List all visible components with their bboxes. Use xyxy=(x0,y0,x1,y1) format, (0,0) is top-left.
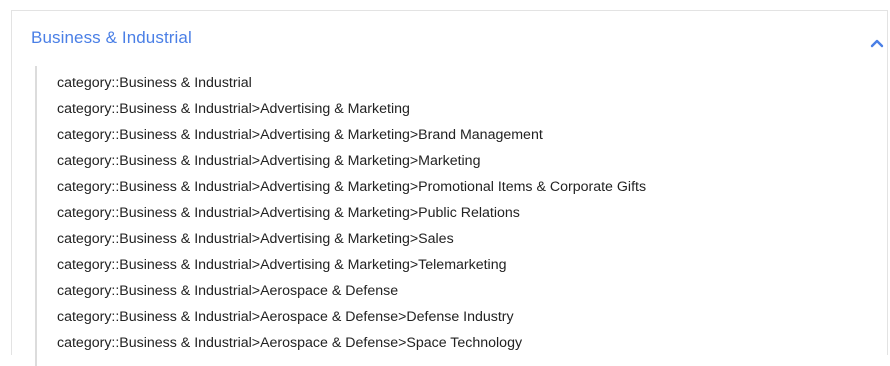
list-item: category::Business & Industrial xyxy=(57,75,252,91)
list-item: category::Business & Industrial>Advertis… xyxy=(57,205,520,221)
category-panel: Business & Industrial category::Business… xyxy=(11,10,888,366)
chevron-up-icon[interactable] xyxy=(870,36,884,50)
list-item: category::Business & Industrial>Advertis… xyxy=(57,101,410,117)
list-item: category::Business & Industrial>Advertis… xyxy=(57,257,507,273)
category-list-container: category::Business & Industrial category… xyxy=(35,66,877,366)
list-item: category::Business & Industrial>Advertis… xyxy=(57,231,454,247)
list-item: category::Business & Industrial>Aerospac… xyxy=(57,309,514,325)
panel-title[interactable]: Business & Industrial xyxy=(31,28,192,48)
panel-header-toggle[interactable]: Business & Industrial xyxy=(12,11,887,67)
list-item: category::Business & Industrial>Advertis… xyxy=(57,179,647,195)
list-item: category::Business & Industrial>Aerospac… xyxy=(57,283,399,299)
list-item: category::Business & Industrial>Advertis… xyxy=(57,153,481,169)
list-item: category::Business & Industrial>Advertis… xyxy=(57,127,543,143)
list-item: category::Business & Industrial>Aerospac… xyxy=(57,335,523,351)
category-list: category::Business & Industrial category… xyxy=(57,70,646,356)
